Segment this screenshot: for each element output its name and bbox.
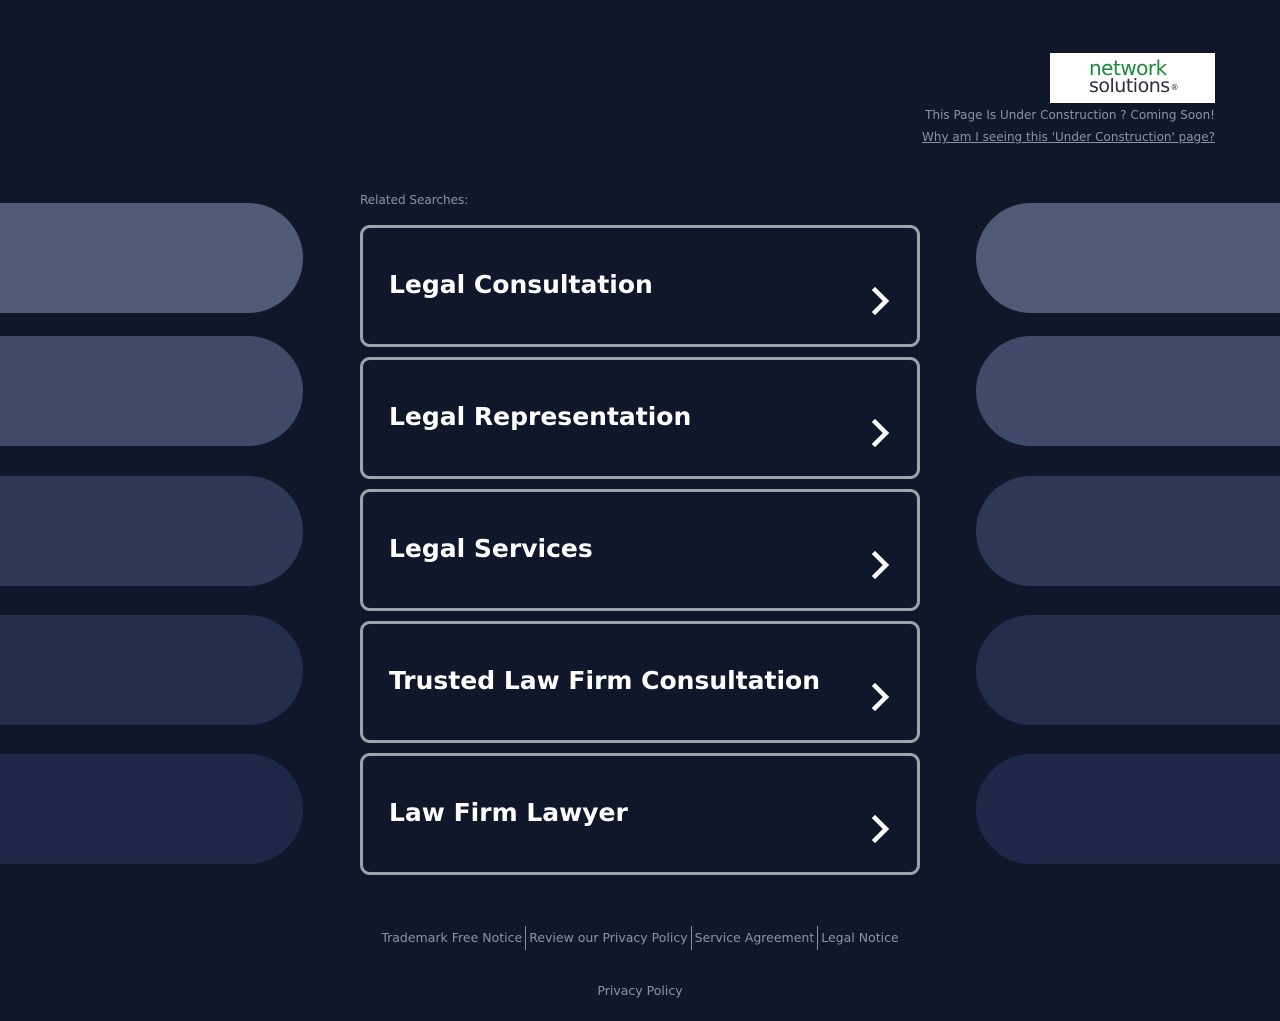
legal-notice-link[interactable]: Legal Notice bbox=[819, 926, 900, 950]
chevron-right-icon bbox=[871, 286, 890, 316]
decorative-pill-left-4 bbox=[0, 615, 303, 725]
related-searches-label: Related Searches: bbox=[360, 193, 469, 207]
chevron-right-icon bbox=[871, 814, 890, 844]
footer-links: Trademark Free Notice Review our Privacy … bbox=[0, 926, 1280, 950]
network-solutions-logo[interactable]: network solutions® bbox=[1050, 53, 1215, 103]
related-searches-list: Legal Consultation Legal Representation … bbox=[360, 225, 920, 885]
decorative-pill-left-3 bbox=[0, 476, 303, 586]
page: network solutions® This Page Is Under Co… bbox=[0, 0, 1280, 1021]
service-agreement-link[interactable]: Service Agreement bbox=[693, 926, 817, 950]
related-search-legal-consultation[interactable]: Legal Consultation bbox=[360, 225, 920, 347]
why-under-construction-link[interactable]: Why am I seeing this 'Under Construction… bbox=[922, 130, 1215, 144]
decorative-pill-left-2 bbox=[0, 336, 303, 446]
decorative-pill-left-5 bbox=[0, 754, 303, 864]
related-search-label: Law Firm Lawyer bbox=[389, 798, 628, 827]
decorative-pill-right-3 bbox=[976, 476, 1280, 586]
decorative-pill-right-1 bbox=[976, 203, 1280, 313]
related-search-label: Trusted Law Firm Consultation bbox=[389, 666, 821, 695]
related-search-label: Legal Services bbox=[389, 534, 593, 563]
related-search-label: Legal Consultation bbox=[389, 270, 653, 299]
related-search-legal-services[interactable]: Legal Services bbox=[360, 489, 920, 611]
trademark-free-notice-link[interactable]: Trademark Free Notice bbox=[379, 926, 524, 950]
related-search-label: Legal Representation bbox=[389, 402, 692, 431]
privacy-policy-link[interactable]: Privacy Policy bbox=[0, 983, 1280, 998]
decorative-pill-right-5 bbox=[976, 754, 1280, 864]
chevron-right-icon bbox=[871, 550, 890, 580]
chevron-right-icon bbox=[871, 418, 890, 448]
related-search-trusted-law-firm-consultation[interactable]: Trusted Law Firm Consultation bbox=[360, 621, 920, 743]
footer-divider bbox=[525, 926, 527, 950]
decorative-pill-right-2 bbox=[976, 336, 1280, 446]
decorative-pill-left-1 bbox=[0, 203, 303, 313]
privacy-policy-review-link[interactable]: Review our Privacy Policy bbox=[527, 926, 689, 950]
related-search-law-firm-lawyer[interactable]: Law Firm Lawyer bbox=[360, 753, 920, 875]
logo-text-solutions: solutions® bbox=[1089, 75, 1179, 97]
footer-divider bbox=[817, 926, 819, 950]
chevron-right-icon bbox=[871, 682, 890, 712]
footer-divider bbox=[690, 926, 692, 950]
related-search-legal-representation[interactable]: Legal Representation bbox=[360, 357, 920, 479]
decorative-pill-right-4 bbox=[976, 615, 1280, 725]
under-construction-notice: This Page Is Under Construction ? Coming… bbox=[925, 108, 1215, 122]
